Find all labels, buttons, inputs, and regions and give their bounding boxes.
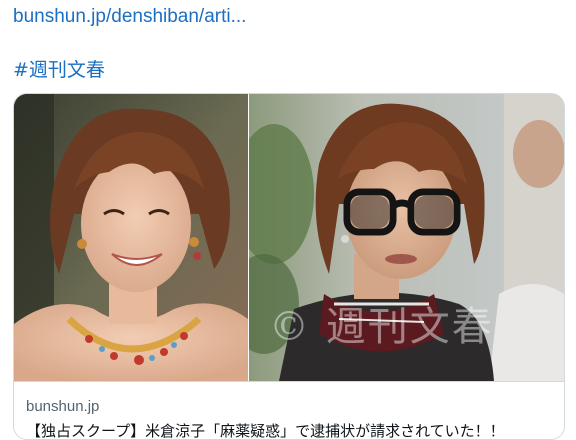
link-preview-card[interactable]: © 週刊文春 bunshun.jp 【独占スクープ】米倉涼子「麻薬疑惑」で逮捕状… xyxy=(13,93,565,440)
card-footer[interactable]: bunshun.jp 【独占スクープ】米倉涼子「麻薬疑惑」で逮捕状が請求されてい… xyxy=(14,381,564,439)
card-image-area[interactable]: © 週刊文春 xyxy=(14,94,564,381)
hashtag-link[interactable]: #週刊文春 xyxy=(13,55,105,82)
card-title[interactable]: 【独占スクープ】米倉涼子「麻薬疑惑」で逮捕状が請求されていた！！ xyxy=(26,420,556,439)
right-photo: © 週刊文春 xyxy=(249,94,564,381)
left-photo xyxy=(14,94,248,381)
left-photo-illustration xyxy=(14,94,248,381)
watermark-text: © 週刊文春 xyxy=(269,304,494,350)
tweet-link[interactable]: bunshun.jp/denshiban/arti... xyxy=(13,6,246,28)
card-domain: bunshun.jp xyxy=(26,398,100,415)
